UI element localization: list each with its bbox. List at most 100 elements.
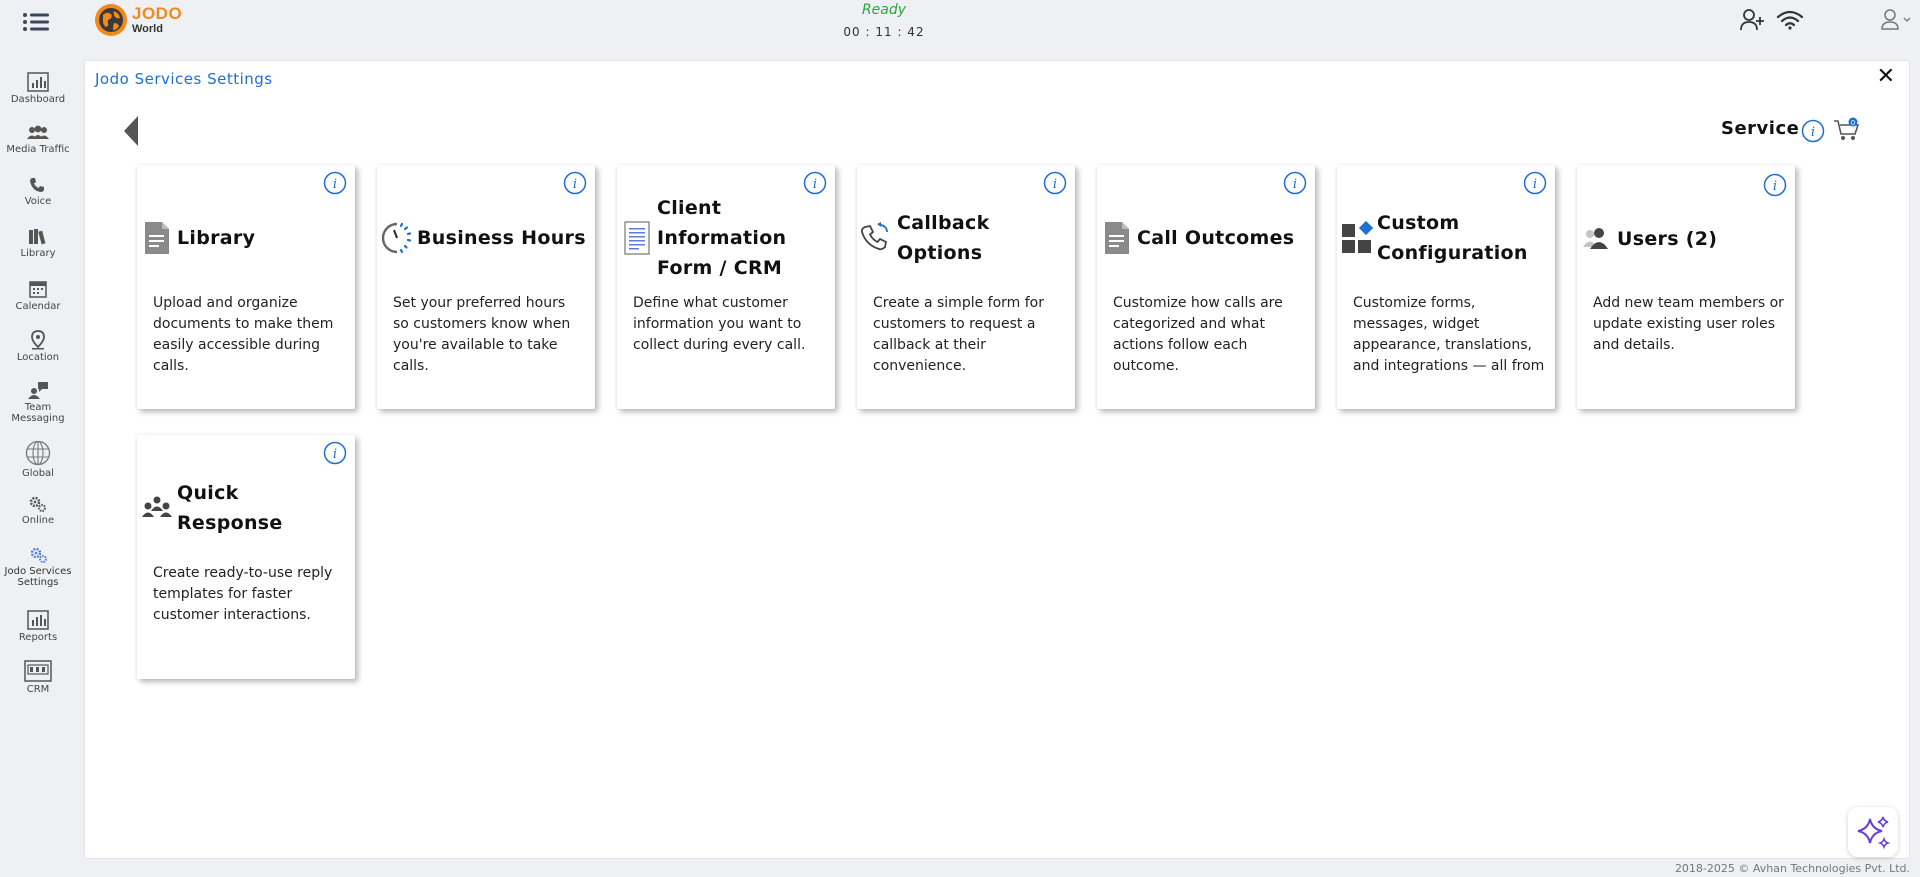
info-icon[interactable]: i — [1283, 171, 1307, 195]
agent-status: Ready — [861, 2, 907, 18]
client-information-form-card[interactable]: i Client Information Form / CRM Define w… — [617, 165, 835, 409]
card-description: Add new team members or update existing … — [1593, 295, 1784, 353]
card-description: Define what customer information you wan… — [633, 295, 806, 353]
card-description: Set your preferred hours so customers kn… — [393, 295, 571, 374]
info-icon[interactable]: i — [1801, 119, 1825, 143]
globe-icon — [25, 440, 51, 466]
card-description: Create a simple form for customers to re… — [873, 295, 1045, 374]
reports-icon — [27, 610, 49, 630]
gears-icon — [29, 496, 46, 512]
info-icon[interactable]: i — [803, 171, 827, 195]
sidebar-item-label: Online — [21, 515, 55, 526]
sparkle-icon — [1857, 816, 1891, 850]
sidebar-item-label: CRM — [26, 684, 50, 695]
session-timer: 00 : 11 : 42 — [843, 25, 925, 39]
sidebar-item-calendar[interactable]: Calendar — [0, 279, 76, 312]
call-outcomes-card[interactable]: i Call Outcomes Customize how calls are … — [1097, 165, 1315, 409]
sidebar-item-reports[interactable]: Reports — [0, 610, 76, 643]
services-settings-panel: Jodo Services Settings ✕ Service i 0 i L… — [84, 60, 1910, 859]
card-title: Quick Response — [177, 482, 283, 534]
sidebar-item-label: Voice — [24, 196, 52, 207]
callback-icon — [861, 222, 888, 251]
menu-icon[interactable] — [22, 12, 50, 32]
brand-name: JODO — [132, 4, 183, 23]
card-title: Users (2) — [1617, 228, 1718, 250]
info-icon[interactable]: i — [323, 441, 347, 465]
sidebar-item-team-messaging[interactable]: Team Messaging — [0, 380, 76, 424]
clock-icon — [381, 222, 412, 254]
svg-text:i: i — [1533, 177, 1537, 192]
card-title: Callback Options — [897, 212, 990, 264]
sidebar-item-label: Jodo Services Settings — [4, 566, 72, 588]
sidebar-item-online[interactable]: Online — [0, 495, 76, 526]
info-icon[interactable]: i — [1523, 171, 1547, 195]
close-button[interactable]: ✕ — [1877, 64, 1895, 89]
card-title: Business Hours — [417, 227, 586, 249]
document-icon — [145, 222, 169, 254]
crm-icon — [24, 660, 52, 682]
back-arrow-icon[interactable] — [123, 115, 139, 147]
settings-gears-icon — [30, 547, 47, 563]
sidebar-item-voice[interactable]: Voice — [0, 176, 76, 207]
info-icon[interactable]: i — [1763, 173, 1787, 197]
info-icon[interactable]: i — [323, 171, 347, 195]
card-title: Custom Configuration — [1377, 212, 1528, 264]
sidebar-item-media-traffic[interactable]: Media Traffic — [0, 124, 76, 155]
sidebar-item-label: Location — [16, 352, 60, 363]
card-description: Customize forms, messages, widget appear… — [1353, 295, 1545, 374]
business-hours-card[interactable]: i Business Hours Set your preferred hour… — [377, 165, 595, 409]
media-traffic-icon — [27, 125, 49, 139]
callback-options-card[interactable]: i Callback Options Create a simple form … — [857, 165, 1075, 409]
svg-text:i: i — [333, 447, 337, 462]
sidebar-item-label: Dashboard — [10, 94, 66, 105]
info-icon[interactable]: i — [563, 171, 587, 195]
sidebar-item-label: Global — [22, 468, 54, 479]
phone-icon — [30, 178, 44, 192]
svg-text:i: i — [813, 177, 817, 192]
widgets-icon — [1342, 221, 1373, 253]
card-description: Upload and organize documents to make th… — [153, 295, 334, 374]
wifi-icon[interactable] — [1776, 10, 1804, 30]
sidebar-item-jodo-services-settings[interactable]: Jodo Services Settings — [0, 546, 76, 588]
sidebar-item-global[interactable]: Global — [0, 440, 76, 479]
add-user-icon[interactable] — [1740, 9, 1766, 31]
location-pin-icon — [31, 330, 45, 350]
service-label: Service — [1721, 118, 1800, 139]
svg-text:i: i — [1773, 179, 1777, 194]
team-messaging-icon — [28, 382, 48, 399]
sidebar-item-label: Reports — [18, 632, 58, 643]
jodo-world-logo: JODO World — [94, 3, 204, 39]
ai-assistant-button[interactable] — [1848, 807, 1898, 857]
card-title: Call Outcomes — [1137, 227, 1295, 249]
sidebar-item-label: Calendar — [15, 301, 61, 312]
form-icon — [624, 221, 650, 255]
cart-button[interactable]: 0 — [1833, 117, 1861, 147]
sidebar-item-label: Media Traffic — [6, 144, 70, 155]
user-profile-icon[interactable] — [1880, 9, 1914, 31]
info-icon[interactable]: i — [1043, 171, 1067, 195]
sidebar-item-label: Library — [20, 248, 56, 259]
users-icon — [1583, 228, 1608, 249]
card-title: Client Information Form / CRM — [657, 197, 787, 279]
sidebar-item-crm[interactable]: CRM — [0, 660, 76, 695]
card-description: Customize how calls are categorized and … — [1113, 295, 1283, 374]
svg-text:i: i — [333, 177, 337, 192]
sidebar-item-dashboard[interactable]: Dashboard — [0, 72, 76, 105]
custom-configuration-card[interactable]: i Custom Configuration Customize forms, … — [1337, 165, 1555, 409]
sidebar-item-library[interactable]: Library — [0, 228, 76, 259]
group-icon — [142, 496, 172, 517]
svg-text:i: i — [1811, 125, 1815, 140]
document-icon — [1105, 222, 1129, 254]
card-title: Library — [177, 227, 256, 249]
calendar-icon — [29, 281, 47, 298]
globe-logo-icon — [95, 4, 127, 36]
users-card[interactable]: i Users (2) Add new team members or upda… — [1577, 165, 1795, 409]
cart-count: 0 — [1851, 119, 1855, 127]
brand-subtitle: World — [132, 23, 163, 35]
sidebar-item-label: Team Messaging — [11, 402, 65, 424]
cart-icon: 0 — [1834, 117, 1860, 140]
library-card[interactable]: i Library Upload and organize documents … — [137, 165, 355, 409]
svg-text:i: i — [573, 177, 577, 192]
quick-response-card[interactable]: i Quick Response Create ready-to-use rep… — [137, 435, 355, 679]
sidebar-item-location[interactable]: Location — [0, 330, 76, 363]
